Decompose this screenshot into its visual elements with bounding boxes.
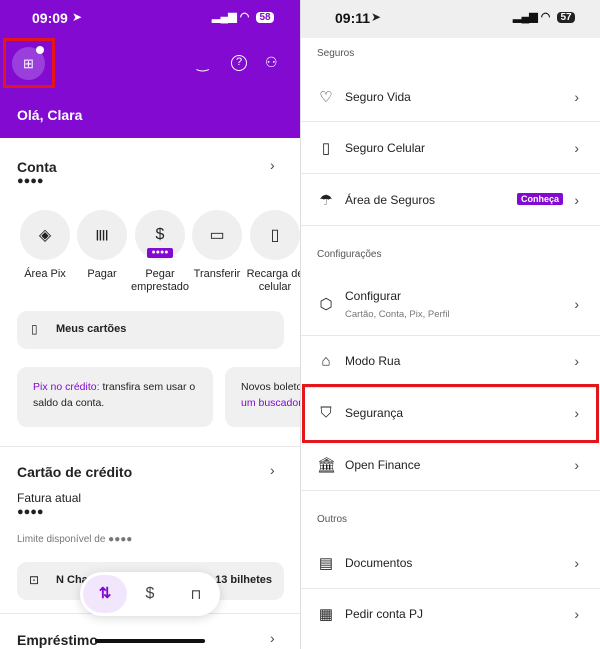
chevron-right-icon: › bbox=[574, 192, 579, 208]
phone-icon: ▯ bbox=[321, 140, 331, 157]
item-label: Área de Seguros bbox=[345, 193, 436, 207]
account-balance: ●●●● bbox=[17, 175, 44, 187]
document-icon: ▤ bbox=[318, 555, 334, 572]
status-icons: ▂▄▆ ◠ 57 bbox=[513, 10, 575, 23]
menu-item-area-seguros[interactable]: ☂ Área de Seguros Conheça › bbox=[301, 175, 600, 225]
menu-item-open-finance[interactable]: 🏛 Open Finance › bbox=[301, 440, 600, 490]
menu-item-configurar[interactable]: ⬡ Configurar Cartão, Conta, Pix, Perfil … bbox=[301, 280, 600, 328]
invoice-value: ●●●● bbox=[17, 506, 44, 518]
loan-title[interactable]: Empréstimo bbox=[17, 632, 98, 648]
chevron-right-icon: › bbox=[574, 296, 579, 312]
help-icon[interactable]: ? bbox=[231, 55, 247, 71]
promo-highlight: Pix no crédito: bbox=[33, 381, 100, 393]
item-label: Configurar bbox=[345, 289, 402, 303]
loan-badge: ●●●● bbox=[147, 248, 173, 258]
chevron-right-icon: › bbox=[574, 140, 579, 156]
section-settings: Configurações bbox=[317, 249, 382, 260]
chevron-right-icon: › bbox=[574, 555, 579, 571]
section-others: Outros bbox=[317, 514, 348, 525]
street-mode-icon: ⌂ bbox=[321, 352, 331, 370]
action-label: Recarga de celular bbox=[246, 268, 300, 293]
status-icons: ▂▄▆ ◠ 58 bbox=[212, 10, 274, 23]
my-cards-button[interactable]: ▯ Meus cartões bbox=[17, 311, 284, 349]
invoice-label: Fatura atual bbox=[17, 491, 82, 505]
section-insurance: Seguros bbox=[317, 48, 355, 59]
promo-highlight: um buscador bbox=[241, 397, 300, 409]
transfer-arrows-icon[interactable]: ⇅ bbox=[83, 575, 127, 613]
heart-icon: ♡ bbox=[319, 89, 333, 106]
chevron-right-icon: › bbox=[574, 457, 579, 473]
battery: 58 bbox=[256, 12, 274, 23]
conheca-badge: Conheça bbox=[516, 193, 563, 205]
menu-item-seguro-celular[interactable]: ▯ Seguro Celular › bbox=[301, 123, 600, 173]
dollar-icon[interactable]: $ bbox=[138, 575, 162, 613]
status-time: 09:09 bbox=[32, 10, 68, 26]
umbrella-icon: ☂ bbox=[319, 192, 333, 209]
location-icon: ➤ bbox=[371, 10, 382, 24]
menu-item-modo-rua[interactable]: ⌂ Modo Rua › bbox=[301, 336, 600, 386]
chevron-right-icon: › bbox=[574, 89, 579, 105]
item-label: Modo Rua bbox=[345, 354, 401, 368]
transfer-icon[interactable]: ▭ bbox=[192, 210, 242, 260]
barcode-icon[interactable]: |||| bbox=[77, 210, 127, 260]
notification-dot bbox=[36, 46, 44, 54]
divider bbox=[301, 490, 600, 491]
menu-screen: 09:11 ➤ ▂▄▆ ◠ 57 Seguros ♡ Seguro Vida › ▯ S… bbox=[300, 0, 600, 649]
item-label: Seguro Vida bbox=[345, 90, 411, 104]
divider bbox=[301, 173, 600, 174]
building-icon: ▦ bbox=[318, 606, 334, 623]
phone-icon[interactable]: ▯ bbox=[250, 210, 300, 260]
item-label: Seguro Celular bbox=[345, 141, 426, 155]
tickets-count: 13 bilhetes bbox=[215, 574, 272, 586]
eye-closed-icon[interactable]: ‿ bbox=[197, 55, 208, 72]
profile-icon[interactable]: ⚇ bbox=[265, 54, 278, 71]
home-screen: 09:09 ➤ ▂▄▆ ◠ 58 ⊞ ‿ ? ⚇ Olá, Clara Conta… bbox=[0, 0, 300, 649]
divider bbox=[301, 121, 600, 122]
item-label: Documentos bbox=[345, 556, 413, 570]
bottom-nav: ⇅ $ ⊓ bbox=[80, 572, 220, 616]
menu-item-seguro-vida[interactable]: ♡ Seguro Vida › bbox=[301, 72, 600, 122]
credit-title[interactable]: Cartão de crédito bbox=[17, 464, 132, 480]
settings-icon: ⬡ bbox=[319, 296, 333, 313]
status-time: 09:11 bbox=[335, 10, 371, 26]
location-icon: ➤ bbox=[72, 10, 83, 24]
promo-card[interactable]: Pix no crédito: transfira sem usar o sal… bbox=[17, 367, 213, 427]
chevron-right-icon[interactable]: › bbox=[270, 157, 275, 173]
chevron-right-icon[interactable]: › bbox=[270, 462, 275, 478]
promo-text: Novos boleto bbox=[241, 381, 300, 393]
chevron-right-icon: › bbox=[574, 606, 579, 622]
chevron-right-icon: › bbox=[574, 353, 579, 369]
header: 09:09 ➤ ▂▄▆ ◠ 58 ⊞ ‿ ? ⚇ Olá, Clara bbox=[0, 0, 300, 138]
ticket-icon: ⊡ bbox=[29, 573, 40, 587]
item-label: Pedir conta PJ bbox=[345, 607, 424, 621]
pix-icon[interactable]: ◈ bbox=[20, 210, 70, 260]
highlight-box bbox=[302, 384, 599, 443]
menu-item-documentos[interactable]: ▤ Documentos › bbox=[301, 538, 600, 588]
menu-item-pedir-conta-pj[interactable]: ▦ Pedir conta PJ › bbox=[301, 589, 600, 639]
account-title[interactable]: Conta bbox=[17, 159, 57, 175]
card-icon: ▯ bbox=[31, 322, 38, 336]
item-label: Open Finance bbox=[345, 458, 421, 472]
shopping-bag-icon[interactable]: ⊓ bbox=[184, 575, 208, 613]
bank-icon: 🏛 bbox=[317, 457, 337, 474]
greeting: Olá, Clara bbox=[17, 107, 83, 123]
my-cards-label: Meus cartões bbox=[56, 323, 127, 335]
divider bbox=[301, 225, 600, 226]
item-subtitle: Cartão, Conta, Pix, Perfil bbox=[345, 309, 450, 320]
credit-limit: Limite disponível de ●●●● bbox=[17, 534, 133, 545]
battery: 57 bbox=[557, 12, 575, 23]
divider bbox=[0, 446, 300, 447]
promo-card[interactable]: Novos boleto um buscador bbox=[225, 367, 300, 427]
status-bar: 09:11 ➤ ▂▄▆ ◠ 57 bbox=[301, 0, 600, 38]
home-indicator bbox=[95, 639, 205, 643]
chevron-right-icon[interactable]: › bbox=[270, 630, 275, 646]
